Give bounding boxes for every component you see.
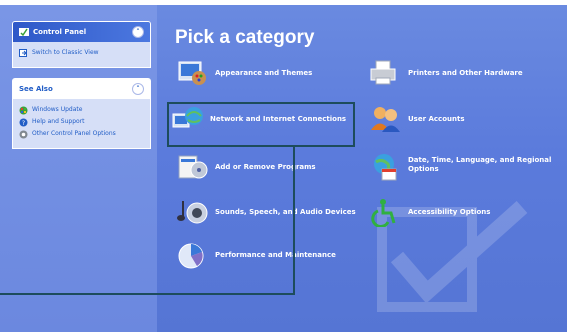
see-also-body: Windows Update ? Help and Support Other … xyxy=(13,99,150,148)
control-panel-window: Control Panel ˄ Switch to Classic View S… xyxy=(0,5,567,332)
task-pane: Control Panel ˄ Switch to Classic View S… xyxy=(0,5,157,332)
category-label: Date, Time, Language, and Regional Optio… xyxy=(408,156,552,173)
switch-classic-view-link[interactable]: Switch to Classic View xyxy=(19,49,144,58)
see-also-title: See Also xyxy=(19,85,53,93)
category-user-accounts[interactable]: User Accounts xyxy=(368,104,465,134)
see-also-header[interactable]: See Also ˄ xyxy=(13,79,150,99)
network-highlight-box xyxy=(167,102,355,147)
control-panel-title: Control Panel xyxy=(33,28,87,36)
callout-line-vertical xyxy=(293,145,295,295)
help-icon: ? xyxy=(19,118,28,127)
see-also-box: See Also ˄ Windows Update ? Help and Sup… xyxy=(12,78,151,149)
category-sounds-speech-audio[interactable]: Sounds, Speech, and Audio Devices xyxy=(175,197,356,227)
category-label: Accessibility Options xyxy=(408,208,491,216)
category-label: Performance and Maintenance xyxy=(215,251,336,259)
windows-update-icon xyxy=(19,106,28,115)
performance-icon xyxy=(178,243,204,269)
date-time-icon xyxy=(374,154,397,181)
category-label: Add or Remove Programs xyxy=(215,163,316,171)
category-appearance-themes[interactable]: Appearance and Themes xyxy=(175,58,312,88)
user-accounts-icon xyxy=(371,107,400,132)
control-panel-body: Switch to Classic View xyxy=(13,42,150,67)
page-title: Pick a category xyxy=(175,27,315,48)
category-label: Sounds, Speech, and Audio Devices xyxy=(215,208,356,216)
category-accessibility[interactable]: Accessibility Options xyxy=(368,197,490,227)
category-label: Appearance and Themes xyxy=(215,69,313,77)
switch-view-icon xyxy=(19,49,27,57)
callout-line-horizontal xyxy=(0,293,295,295)
collapse-icon[interactable]: ˄ xyxy=(132,83,144,95)
sounds-icon xyxy=(177,201,208,224)
other-options-label: Other Control Panel Options xyxy=(32,130,116,137)
collapse-icon[interactable]: ˄ xyxy=(132,26,144,38)
appearance-themes-icon xyxy=(178,61,206,85)
help-support-link[interactable]: ? Help and Support xyxy=(19,118,144,127)
category-printers-hardware[interactable]: Printers and Other Hardware xyxy=(368,58,523,88)
accessibility-icon xyxy=(371,199,396,227)
options-icon xyxy=(19,130,28,139)
windows-update-link[interactable]: Windows Update xyxy=(19,106,144,115)
other-options-link[interactable]: Other Control Panel Options xyxy=(19,130,144,139)
help-support-label: Help and Support xyxy=(32,118,85,125)
control-panel-box: Control Panel ˄ Switch to Classic View xyxy=(12,21,151,68)
printers-icon xyxy=(370,60,396,85)
switch-classic-view-label: Switch to Classic View xyxy=(32,49,99,56)
svg-text:?: ? xyxy=(22,120,25,127)
category-label: User Accounts xyxy=(408,115,465,123)
add-remove-programs-icon xyxy=(178,155,208,179)
category-date-time-language[interactable]: Date, Time, Language, and Regional Optio… xyxy=(368,152,558,182)
control-panel-header[interactable]: Control Panel ˄ xyxy=(13,22,150,42)
category-performance-maintenance[interactable]: Performance and Maintenance xyxy=(175,240,336,270)
category-label: Printers and Other Hardware xyxy=(408,69,523,77)
control-panel-icon xyxy=(19,28,29,37)
windows-update-label: Windows Update xyxy=(32,106,83,113)
